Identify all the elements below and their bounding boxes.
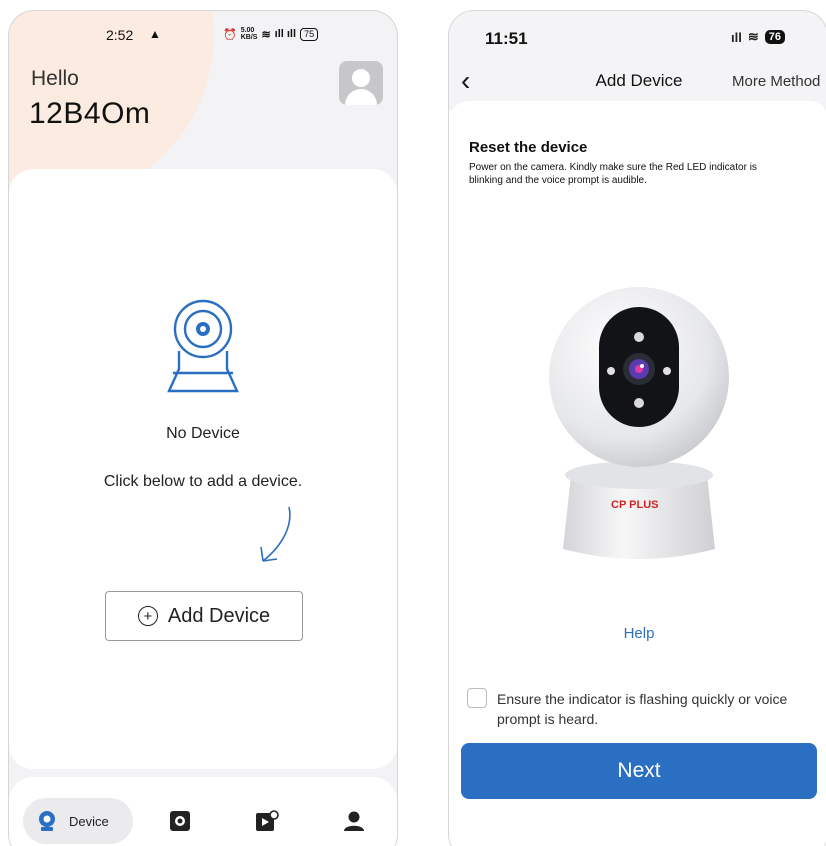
signal-icon: ıll ıll [274, 28, 297, 40]
bottom-navigation: Device [9, 777, 397, 846]
device-tab-icon [39, 811, 55, 831]
notification-bell-icon: ▲ [149, 27, 161, 41]
avatar[interactable] [339, 61, 383, 105]
status-time: 11:51 [485, 29, 528, 48]
status-time: 2:52 [106, 27, 134, 43]
next-button[interactable]: Next [461, 743, 817, 799]
reset-description: Power on the camera. Kindly make sure th… [469, 162, 757, 186]
confirm-checkbox-label: Ensure the indicator is flashing quickly… [497, 691, 788, 727]
add-device-button[interactable]: + Add Device [105, 591, 303, 641]
username: 12B4Om [29, 97, 151, 130]
device-home-screen: 2:52 ▲ ⏰ 5.00 KB/S ≋ ıll ıll 75 Hello 12… [8, 10, 398, 846]
empty-state-title: No Device [166, 425, 240, 442]
battery-indicator: 76 [764, 30, 785, 44]
profile-tab-icon[interactable] [343, 810, 365, 832]
help-link[interactable]: Help [449, 625, 826, 642]
reset-title: Reset the device [469, 139, 588, 156]
wifi-icon: ≋ [261, 28, 271, 41]
more-method-link[interactable]: More Method [732, 73, 820, 90]
instructions-card: Reset the device Power on the camera. Ki… [449, 101, 826, 846]
add-device-screen: 11:51 ıll ≋ 76 Add Device ‹ More Method … [448, 10, 826, 846]
camera-illustration-icon [167, 299, 239, 393]
tab-device-label: Device [69, 813, 109, 829]
battery-indicator: 75 [300, 27, 319, 41]
alarm-icon: ⏰ [223, 28, 237, 41]
greeting: Hello [31, 67, 79, 90]
camera-product-image [549, 287, 729, 559]
add-device-label: Add Device [167, 604, 271, 627]
back-chevron-icon[interactable]: ‹ [461, 67, 470, 95]
confirm-checkbox[interactable] [467, 688, 487, 708]
empty-state-subtitle: Click below to add a device. [103, 473, 303, 490]
tab-device[interactable]: Device [23, 798, 133, 844]
net-speed: 5.00 KB/S [240, 27, 258, 41]
status-bar: 2:52 ▲ ⏰ 5.00 KB/S ≋ ıll ıll 75 [9, 27, 397, 47]
playback-tab-icon[interactable] [169, 810, 191, 832]
arrow-down-icon [260, 506, 291, 562]
header-bar: 11:51 ıll ≋ 76 Add Device ‹ More Method [449, 11, 826, 111]
video-message-tab-icon[interactable] [255, 810, 279, 832]
wifi-icon: ≋ [747, 29, 759, 44]
add-circle-icon: + [137, 606, 158, 626]
signal-icon: ıll [731, 29, 742, 45]
brand-logo: CP PLUS [611, 499, 659, 511]
device-list-card: No Device Click below to add a device. +… [9, 169, 397, 769]
